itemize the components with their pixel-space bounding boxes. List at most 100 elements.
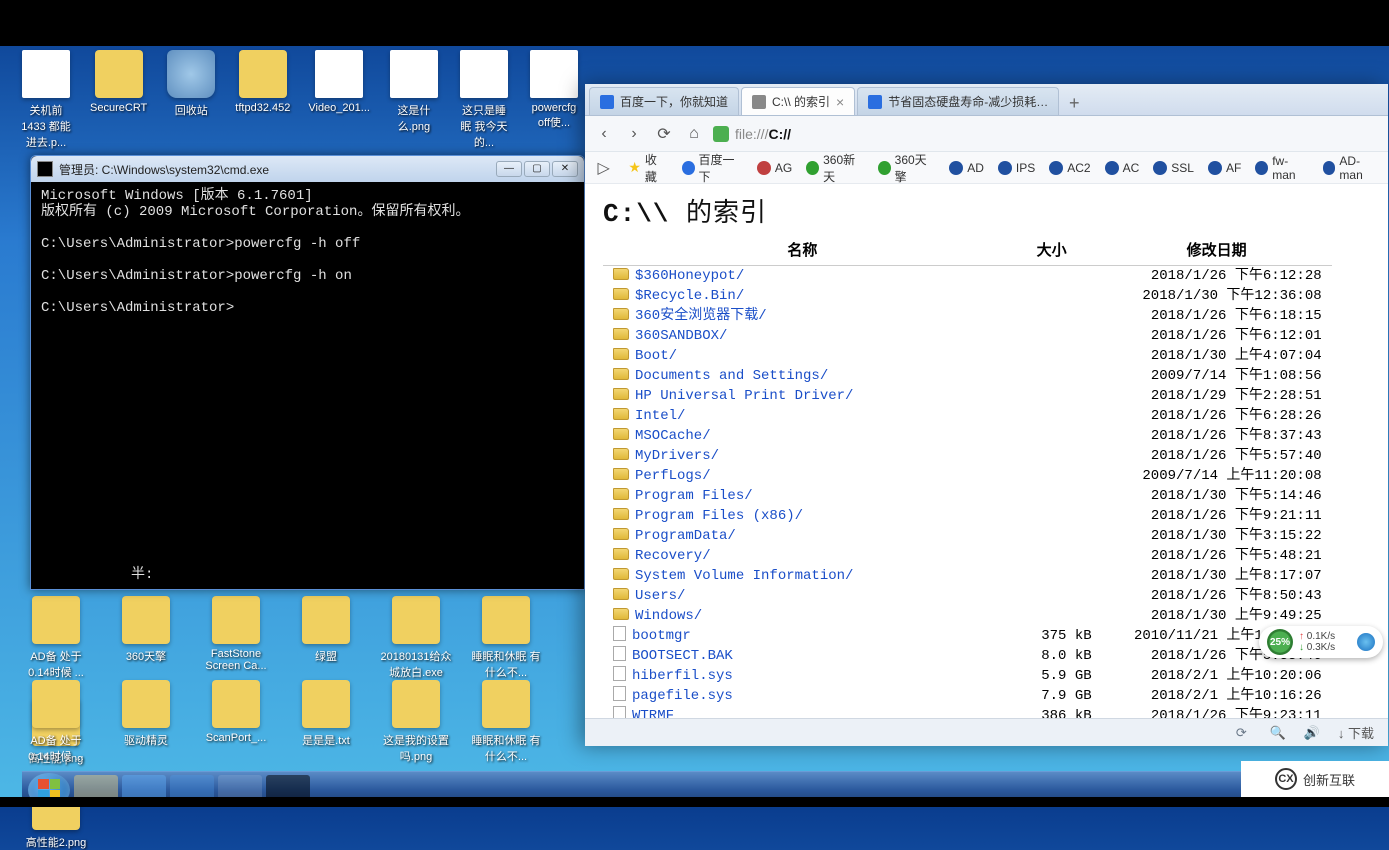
desktop-icon[interactable]: 绿盟 bbox=[290, 596, 362, 680]
entry-name[interactable]: ProgramData/ bbox=[603, 526, 1002, 546]
desktop-icon[interactable]: Video_201... bbox=[308, 50, 370, 150]
bookmark-item[interactable]: SSL bbox=[1153, 151, 1194, 185]
folder-icon bbox=[613, 468, 629, 480]
entry-name[interactable]: HP Universal Print Driver/ bbox=[603, 386, 1002, 406]
entry-name[interactable]: pagefile.sys bbox=[603, 686, 1002, 706]
entry-name[interactable]: MSOCache/ bbox=[603, 426, 1002, 446]
desktop-icon[interactable]: 360天擎 bbox=[110, 596, 182, 680]
browser-tab[interactable]: 百度一下，你就知道 bbox=[589, 87, 739, 115]
desktop-icon[interactable]: 关机前 1433 都能进去.p... bbox=[20, 50, 72, 150]
bookmark-icon bbox=[998, 161, 1012, 175]
bookmark-item[interactable]: AD bbox=[949, 151, 984, 185]
desktop-icon-label: 回收站 bbox=[165, 102, 217, 118]
entry-name[interactable]: MyDrivers/ bbox=[603, 446, 1002, 466]
desktop-icon[interactable]: 回收站 bbox=[165, 50, 217, 150]
globe-icon[interactable] bbox=[1357, 633, 1375, 651]
close-button[interactable]: ✕ bbox=[552, 161, 578, 177]
entry-name[interactable]: Program Files (x86)/ bbox=[603, 506, 1002, 526]
letterbox-top bbox=[0, 0, 1389, 46]
bookmark-item[interactable]: IPS bbox=[998, 151, 1035, 185]
entry-name[interactable]: 360安全浏览器下载/ bbox=[603, 306, 1002, 326]
desktop-icon[interactable]: SecureCRT bbox=[90, 50, 147, 150]
entry-date: 2018/1/26 下午6:28:26 bbox=[1102, 406, 1332, 426]
home-button[interactable]: ⌂ bbox=[683, 123, 705, 145]
entry-name[interactable]: Users/ bbox=[603, 586, 1002, 606]
net-monitor-widget[interactable]: 25% 0.1K/s 0.3K/s bbox=[1259, 626, 1383, 658]
cmd-output[interactable]: Microsoft Windows [版本 6.1.7601] 版权所有 (c)… bbox=[31, 182, 584, 322]
desktop-icon[interactable]: 是是是.txt bbox=[290, 680, 362, 764]
desktop-icon[interactable]: 20180131给众城放白.exe bbox=[380, 596, 452, 680]
desktop-icon[interactable]: AD备 处于0.14时候 ... bbox=[20, 680, 92, 764]
entry-name[interactable]: PerfLogs/ bbox=[603, 466, 1002, 486]
desktop-icon[interactable]: 睡眠和休眠 有什么不... bbox=[470, 680, 542, 764]
desktop-icon-label: powercfg off使... bbox=[528, 102, 580, 130]
browser-tab[interactable]: 节省固态硬盘寿命-减少损耗：[2] bbox=[857, 87, 1059, 115]
entry-name[interactable]: Windows/ bbox=[603, 606, 1002, 626]
zoom-icon[interactable]: 🔍 bbox=[1270, 725, 1286, 741]
bookmark-item[interactable]: AC2 bbox=[1049, 151, 1090, 185]
back-button[interactable]: ‹ bbox=[593, 123, 615, 145]
maximize-button[interactable]: ▢ bbox=[524, 161, 550, 177]
entry-name[interactable]: 360SANDBOX/ bbox=[603, 326, 1002, 346]
bookmark-item[interactable]: AD-man bbox=[1323, 151, 1381, 185]
browser-tab[interactable]: C:\\ 的索引× bbox=[741, 87, 855, 115]
tab-close-button[interactable]: × bbox=[836, 94, 844, 110]
sound-icon[interactable]: 🔊 bbox=[1304, 725, 1320, 741]
new-tab-button[interactable]: + bbox=[1061, 93, 1087, 115]
entry-name[interactable]: WTRMF bbox=[603, 706, 1002, 718]
forward-button[interactable]: › bbox=[623, 123, 645, 145]
bookmark-icon bbox=[1049, 161, 1063, 175]
address-bar[interactable]: file:///C:// bbox=[713, 126, 1380, 142]
entry-name[interactable]: System Volume Information/ bbox=[603, 566, 1002, 586]
bookmark-item[interactable]: AG bbox=[757, 151, 792, 185]
entry-name[interactable]: Recovery/ bbox=[603, 546, 1002, 566]
entry-size bbox=[1002, 306, 1102, 326]
cmd-window[interactable]: 管理员: C:\Windows\system32\cmd.exe — ▢ ✕ M… bbox=[30, 155, 585, 590]
favicon-icon bbox=[868, 95, 882, 109]
desktop-icon[interactable]: 这只是睡眠 我今天的... bbox=[458, 50, 510, 150]
folder-icon bbox=[613, 328, 629, 340]
cmd-titlebar[interactable]: 管理员: C:\Windows\system32\cmd.exe — ▢ ✕ bbox=[31, 156, 584, 182]
entry-name[interactable]: bootmgr bbox=[603, 626, 1002, 646]
desktop-icon[interactable]: powercfg off使... bbox=[528, 50, 580, 150]
bookmark-icon bbox=[1208, 161, 1222, 175]
table-row: Program Files (x86)/2018/1/26 下午9:21:11 bbox=[603, 506, 1332, 526]
favorites-label[interactable]: ★收藏 bbox=[628, 151, 667, 185]
bookmark-icon bbox=[1105, 161, 1119, 175]
desktop-icon[interactable]: tftpd32.452 bbox=[235, 50, 290, 150]
desktop-icon[interactable]: AD备 处于0.14时候 ... bbox=[20, 596, 92, 680]
tab-label: 百度一下，你就知道 bbox=[620, 93, 728, 110]
entry-name[interactable]: Intel/ bbox=[603, 406, 1002, 426]
entry-name[interactable]: hiberfil.sys bbox=[603, 666, 1002, 686]
entry-name[interactable]: Boot/ bbox=[603, 346, 1002, 366]
desktop-icon[interactable]: 睡眠和休眠 有什么不... bbox=[470, 596, 542, 680]
file-icon bbox=[613, 666, 626, 681]
star-icon: ★ bbox=[628, 159, 641, 176]
reload-button[interactable]: ⟳ bbox=[653, 123, 675, 145]
desktop-icons-row-3: AD备 处于0.14时候 ...驱动精灵ScanPort_...是是是.txt这… bbox=[20, 680, 580, 850]
bookmark-item[interactable]: 360天擎 bbox=[878, 151, 936, 185]
bookmark-item[interactable]: 百度一下 bbox=[682, 151, 743, 185]
bookmark-item[interactable]: fw-man bbox=[1255, 151, 1308, 185]
expand-icon[interactable]: ▷ bbox=[593, 157, 614, 179]
desktop-icon[interactable]: 驱动精灵 bbox=[110, 680, 182, 764]
bookmark-item[interactable]: 360新天 bbox=[806, 151, 864, 185]
col-size: 大小 bbox=[1002, 237, 1102, 266]
entry-name[interactable]: $Recycle.Bin/ bbox=[603, 286, 1002, 306]
entry-name[interactable]: BOOTSECT.BAK bbox=[603, 646, 1002, 666]
table-row: bootmgr375 kB2010/11/21 上午11:23:51 bbox=[603, 626, 1332, 646]
desktop-icon[interactable]: FastStone Screen Ca... bbox=[200, 596, 272, 680]
download-button[interactable]: ↓ 下载 bbox=[1338, 723, 1374, 742]
entry-date: 2018/1/26 下午8:50:43 bbox=[1102, 586, 1332, 606]
minimize-button[interactable]: — bbox=[496, 161, 522, 177]
entry-name[interactable]: $360Honeypot/ bbox=[603, 266, 1002, 287]
bookmark-item[interactable]: AF bbox=[1208, 151, 1241, 185]
entry-name[interactable]: Documents and Settings/ bbox=[603, 366, 1002, 386]
desktop-icon[interactable]: 这是什么.png bbox=[388, 50, 440, 150]
entry-size: 375 kB bbox=[1002, 626, 1102, 646]
entry-name[interactable]: Program Files/ bbox=[603, 486, 1002, 506]
refresh-icon[interactable]: ⟳ bbox=[1236, 725, 1252, 741]
desktop-icon[interactable]: 这是我的设置吗.png bbox=[380, 680, 452, 764]
desktop-icon[interactable]: ScanPort_... bbox=[200, 680, 272, 764]
bookmark-item[interactable]: AC bbox=[1105, 151, 1140, 185]
